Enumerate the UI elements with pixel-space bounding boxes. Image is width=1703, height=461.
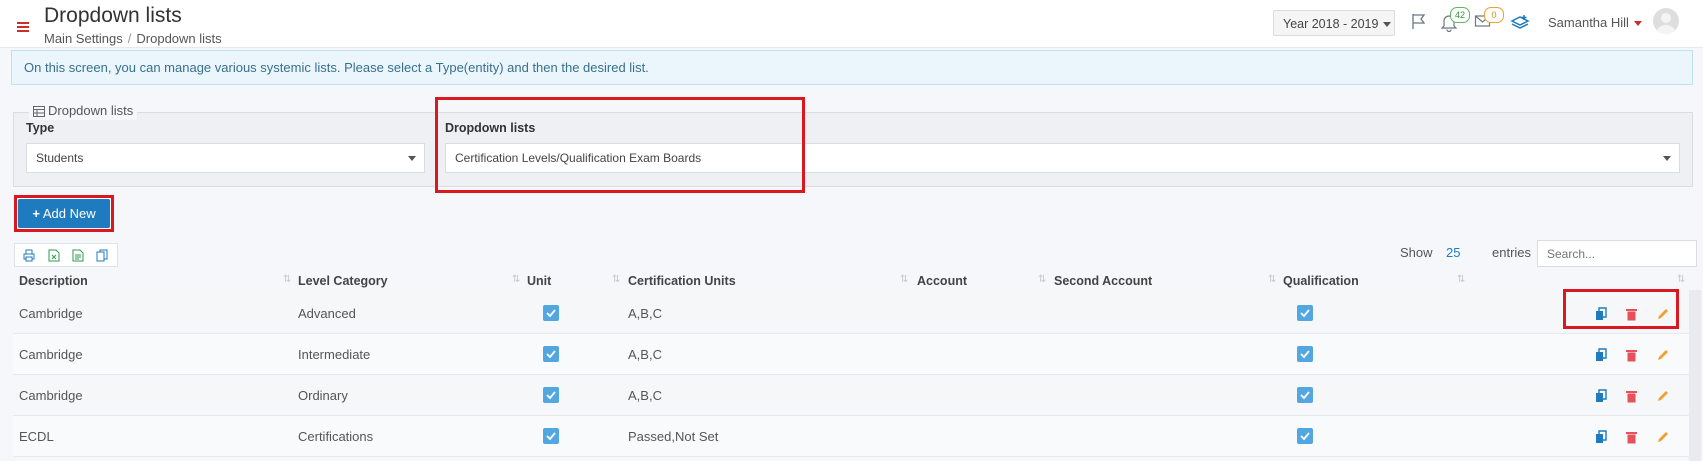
type-select[interactable]: Students	[26, 143, 425, 173]
type-select-value: Students	[36, 151, 84, 165]
csv-icon[interactable]	[72, 249, 84, 262]
column-header-qualification[interactable]: Qualification	[1283, 274, 1359, 288]
unit-checkbox[interactable]	[543, 305, 559, 321]
qualification-checkbox[interactable]	[1297, 387, 1313, 403]
vertical-scrollbar[interactable]	[1689, 290, 1701, 461]
sort-icon[interactable]: ⇅	[1677, 274, 1686, 285]
copy-icon[interactable]	[96, 249, 108, 262]
cell-level-category: Advanced	[298, 306, 356, 321]
sort-icon[interactable]: ⇅	[900, 274, 909, 285]
breadcrumb-main-settings[interactable]: Main Settings	[44, 31, 123, 46]
table-row[interactable]: Cambridge Intermediate A,B,C	[13, 334, 1693, 375]
search-input[interactable]	[1537, 240, 1697, 267]
trash-icon[interactable]	[1625, 389, 1638, 403]
cell-description: ECDL	[19, 429, 54, 444]
entries-label: entries	[1492, 245, 1532, 260]
table-header: Description ⇅ Level Category ⇅ Unit ⇅ Ce…	[13, 271, 1693, 294]
cell-description: Cambridge	[19, 388, 83, 403]
unit-checkbox[interactable]	[543, 428, 559, 444]
pencil-icon[interactable]	[1656, 430, 1669, 444]
qualification-checkbox[interactable]	[1297, 346, 1313, 362]
unit-checkbox[interactable]	[543, 387, 559, 403]
copy-icon[interactable]	[1595, 389, 1608, 403]
column-header-second-account[interactable]: Second Account	[1054, 274, 1152, 288]
column-header-account[interactable]: Account	[917, 274, 967, 288]
year-selector[interactable]: Year 2018 - 2019	[1273, 10, 1395, 36]
sort-icon[interactable]: ⇅	[612, 274, 621, 285]
menu-icon[interactable]	[17, 22, 29, 34]
layers-icon[interactable]	[1510, 12, 1530, 32]
copy-icon[interactable]	[1595, 348, 1608, 362]
breadcrumb-dropdown-lists: Dropdown lists	[136, 31, 222, 46]
notifications-badge: 42	[1450, 7, 1470, 23]
cell-description: Cambridge	[19, 306, 83, 321]
page-title: Dropdown lists	[44, 4, 182, 27]
type-label: Type	[26, 121, 55, 135]
column-header-unit[interactable]: Unit	[527, 274, 551, 288]
cell-certification-units: A,B,C	[628, 347, 662, 362]
info-message: On this screen, you can manage various s…	[11, 50, 1693, 85]
table-row[interactable]: Cambridge Advanced A,B,C	[13, 293, 1693, 334]
column-header-level-category[interactable]: Level Category	[298, 274, 388, 288]
cell-level-category: Ordinary	[298, 388, 348, 403]
chevron-down-icon	[1383, 22, 1392, 28]
sort-icon[interactable]: ⇅	[1038, 274, 1047, 285]
user-name: Samantha Hill	[1548, 15, 1629, 30]
table-row[interactable]: ECDL Certifications Passed,Not Set	[13, 416, 1693, 457]
cell-description: Cambridge	[19, 347, 83, 362]
year-selector-label: Year 2018 - 2019	[1283, 17, 1379, 31]
highlight-box	[1563, 289, 1679, 329]
table-icon	[33, 105, 45, 120]
chevron-down-icon	[1663, 156, 1671, 161]
show-label: Show	[1400, 245, 1433, 260]
bell-icon[interactable]: 42	[1440, 7, 1470, 33]
excel-icon[interactable]	[48, 249, 60, 262]
qualification-checkbox[interactable]	[1297, 305, 1313, 321]
column-header-certification-units[interactable]: Certification Units	[628, 274, 736, 288]
chevron-down-icon	[1633, 21, 1642, 27]
pencil-icon[interactable]	[1656, 348, 1669, 362]
flag-icon[interactable]	[1410, 12, 1430, 32]
export-toolbar	[14, 243, 118, 267]
highlight-box	[435, 97, 805, 193]
column-header-description[interactable]: Description	[19, 274, 88, 288]
table-row[interactable]: Cambridge Ordinary A,B,C	[13, 375, 1693, 416]
sort-icon[interactable]: ⇅	[1268, 274, 1277, 285]
unit-checkbox[interactable]	[543, 346, 559, 362]
messages-badge: 0	[1484, 7, 1504, 23]
cell-level-category: Intermediate	[298, 347, 371, 362]
print-icon[interactable]	[23, 249, 35, 262]
breadcrumb-separator: /	[127, 31, 132, 46]
envelope-icon[interactable]: 0	[1474, 7, 1504, 32]
copy-icon[interactable]	[1595, 430, 1608, 444]
pencil-icon[interactable]	[1656, 389, 1669, 403]
sort-icon[interactable]: ⇅	[283, 274, 292, 285]
avatar[interactable]	[1653, 8, 1679, 34]
cell-certification-units: Passed,Not Set	[628, 429, 719, 444]
highlight-box	[14, 195, 114, 232]
filter-legend-label: Dropdown lists	[48, 103, 134, 118]
trash-icon[interactable]	[1625, 430, 1638, 444]
page-size-select[interactable]: 25	[1446, 245, 1460, 260]
breadcrumb: Main Settings / Dropdown lists	[44, 31, 222, 46]
filter-legend: Dropdown lists	[29, 103, 138, 120]
cell-certification-units: A,B,C	[628, 388, 662, 403]
top-header: Dropdown lists Main Settings / Dropdown li…	[0, 0, 1703, 48]
cell-level-category: Certifications	[298, 429, 374, 444]
cell-certification-units: A,B,C	[628, 306, 662, 321]
user-menu[interactable]: Samantha Hill	[1548, 15, 1642, 30]
trash-icon[interactable]	[1625, 348, 1638, 362]
qualification-checkbox[interactable]	[1297, 428, 1313, 444]
sort-icon[interactable]: ⇅	[1457, 274, 1466, 285]
chevron-down-icon	[408, 156, 416, 161]
sort-icon[interactable]: ⇅	[512, 274, 521, 285]
